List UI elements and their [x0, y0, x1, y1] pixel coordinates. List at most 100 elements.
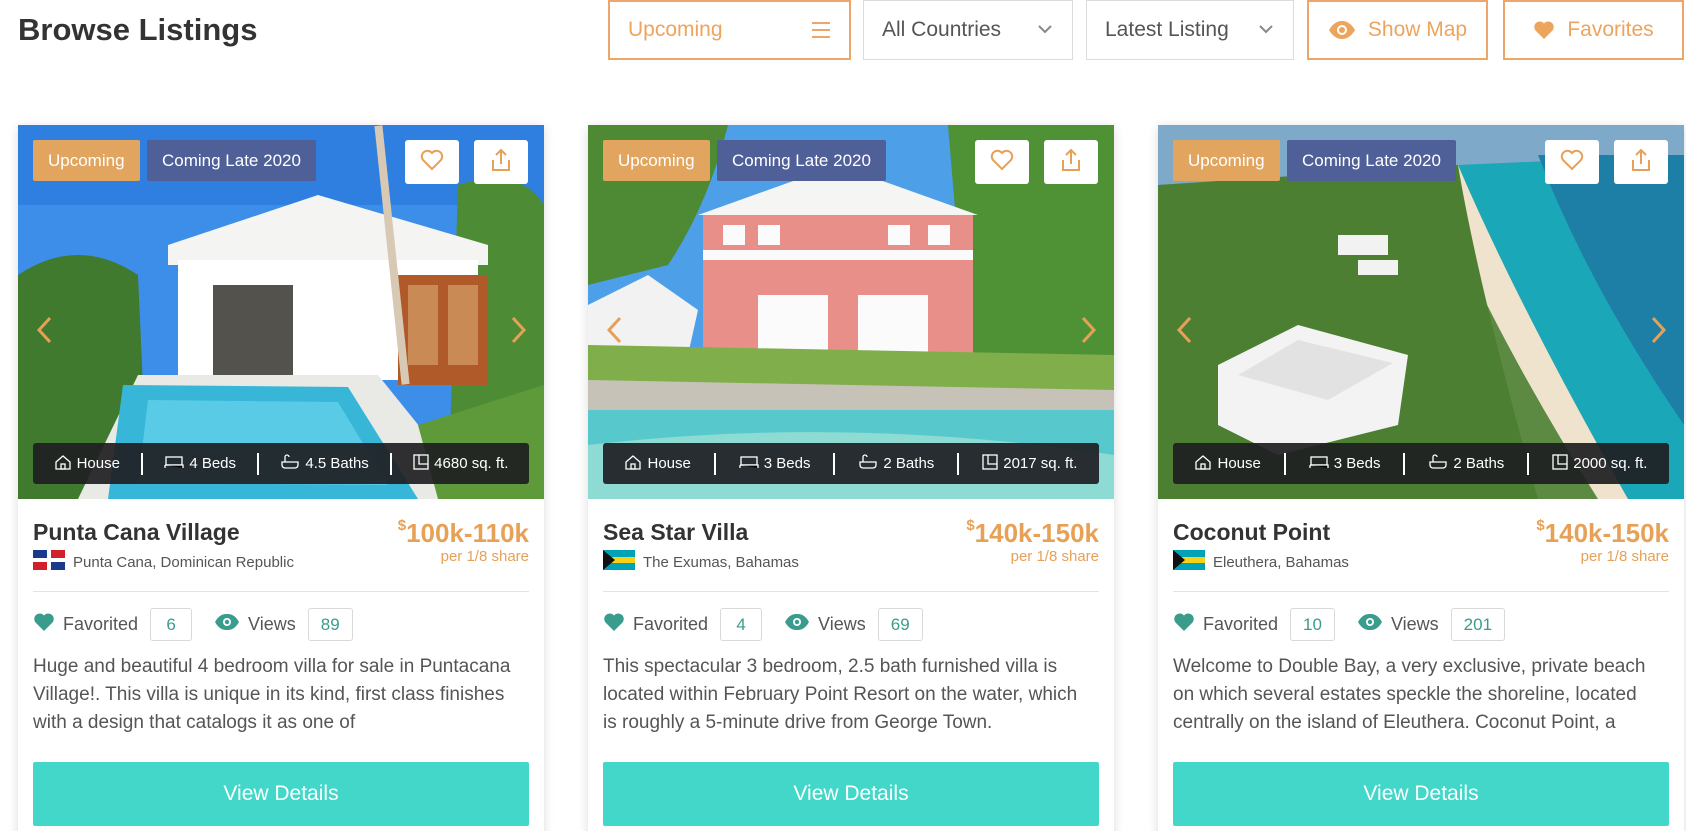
listing-photo[interactable]: Upcoming Coming Late 2020 House [588, 125, 1114, 499]
spec-divider [1527, 452, 1530, 475]
favorites-button[interactable]: Favorites [1503, 0, 1684, 60]
eye-icon [784, 613, 810, 636]
listing-description: This spectacular 3 bedroom, 2.5 bath fur… [603, 656, 1078, 733]
spec-divider [257, 452, 260, 475]
next-photo-button[interactable] [508, 315, 530, 349]
spec-divider [713, 452, 716, 475]
heart-icon [1173, 612, 1195, 637]
chevron-right-icon [511, 316, 527, 349]
spec-area: 2017 sq. ft. [982, 453, 1077, 474]
spec-type: House [54, 454, 120, 474]
bed-icon [164, 455, 184, 473]
views-count: 89 [307, 608, 353, 641]
favorited-count: 6 [150, 608, 193, 641]
bahamas-flag-icon [603, 550, 635, 574]
share-icon [1630, 148, 1652, 177]
spec-divider [833, 452, 836, 475]
floorplan-icon [1552, 453, 1568, 474]
eye-icon [1357, 613, 1383, 636]
spec-divider [141, 452, 144, 475]
spec-divider [389, 452, 392, 475]
show-map-button[interactable]: Show Map [1307, 0, 1488, 60]
price-note: per 1/8 share [1580, 548, 1669, 565]
eta-badge: Coming Late 2020 [1287, 140, 1456, 181]
page-title: Browse Listings [18, 12, 258, 47]
price-note: per 1/8 share [1010, 548, 1099, 565]
favorite-button[interactable] [1545, 140, 1599, 184]
heart-outline-icon [420, 149, 444, 176]
heart-icon [1533, 20, 1555, 40]
favorite-button[interactable] [405, 140, 459, 184]
spec-area: 2000 sq. ft. [1552, 453, 1647, 474]
spec-beds: 3 Beds [739, 455, 810, 473]
heart-icon [33, 612, 55, 637]
view-details-button[interactable]: View Details [1173, 762, 1669, 826]
listing-stats: Favorited 10 Views 201 [1173, 608, 1527, 641]
home-icon [624, 454, 642, 474]
price-note: per 1/8 share [440, 548, 529, 565]
listing-location: Punta Cana, Dominican Republic [33, 550, 294, 574]
spec-divider [1283, 452, 1286, 475]
sort-filter-dropdown[interactable]: Latest Listing [1086, 0, 1294, 60]
location-text: Eleuthera, Bahamas [1213, 553, 1349, 571]
specs-bar: House 3 Beds 2 Baths 2017 sq. ft. [603, 443, 1099, 484]
divider [603, 591, 1099, 592]
location-text: The Exumas, Bahamas [643, 553, 799, 571]
next-photo-button[interactable] [1078, 315, 1100, 349]
spec-baths: 2 Baths [1428, 453, 1504, 474]
eta-badge: Coming Late 2020 [147, 140, 316, 181]
status-filter-dropdown[interactable]: Upcoming [608, 0, 851, 60]
listing-card: Upcoming Coming Late 2020 House [588, 125, 1114, 831]
home-icon [1194, 454, 1212, 474]
listing-description: Welcome to Double Bay, a very exclusive,… [1173, 656, 1646, 733]
divider [33, 591, 529, 592]
listing-name[interactable]: Coconut Point [1173, 519, 1330, 546]
listing-description: Huge and beautiful 4 bedroom villa for s… [33, 656, 511, 733]
country-filter-dropdown[interactable]: All Countries [863, 0, 1073, 60]
chevron-right-icon [1081, 316, 1097, 349]
share-button[interactable] [1044, 140, 1098, 184]
view-details-button[interactable]: View Details [603, 762, 1099, 826]
chevron-right-icon [1651, 316, 1667, 349]
share-button[interactable] [1614, 140, 1668, 184]
spec-divider [957, 452, 960, 475]
listing-name[interactable]: Sea Star Villa [603, 519, 748, 546]
spec-beds: 4 Beds [164, 455, 236, 473]
bathtub-icon [1428, 453, 1448, 474]
spec-divider [1403, 452, 1406, 475]
listing-location: Eleuthera, Bahamas [1173, 550, 1349, 574]
favorited-label: Favorited [633, 614, 709, 634]
home-icon [54, 454, 72, 474]
prev-photo-button[interactable] [33, 315, 55, 349]
heart-outline-icon [990, 149, 1014, 176]
show-map-label: Show Map [1367, 18, 1468, 41]
listing-stats: Favorited 4 Views 69 [603, 608, 945, 641]
heart-outline-icon [1560, 149, 1584, 176]
prev-photo-button[interactable] [1173, 315, 1195, 349]
listing-price: $140k-150k [1536, 517, 1669, 548]
share-button[interactable] [474, 140, 528, 184]
favorite-button[interactable] [975, 140, 1029, 184]
listing-name[interactable]: Punta Cana Village [33, 519, 240, 546]
spec-type: House [1194, 454, 1261, 474]
listing-price: $140k-150k [966, 517, 1099, 548]
listing-photo[interactable]: Upcoming Coming Late 2020 House [1158, 125, 1684, 499]
chevron-left-icon [1176, 316, 1192, 349]
bed-icon [1309, 455, 1329, 473]
listing-location: The Exumas, Bahamas [603, 550, 799, 574]
next-photo-button[interactable] [1648, 315, 1670, 349]
bed-icon [739, 455, 759, 473]
spec-baths: 4.5 Baths [280, 453, 369, 474]
listing-price: $100k-110k [397, 517, 529, 548]
view-details-button[interactable]: View Details [33, 762, 529, 826]
views-label: Views [1390, 614, 1439, 634]
listing-card: Upcoming Coming Late 2020 House [1158, 125, 1684, 831]
dominican-republic-flag-icon [33, 550, 65, 574]
floorplan-icon [413, 453, 429, 474]
status-badge: Upcoming [603, 140, 710, 181]
favorited-count: 10 [1290, 608, 1335, 641]
views-label: Views [818, 614, 866, 634]
listing-photo[interactable]: Upcoming Coming Late 2020 House [18, 125, 544, 499]
prev-photo-button[interactable] [603, 315, 625, 349]
views-label: Views [248, 614, 296, 634]
